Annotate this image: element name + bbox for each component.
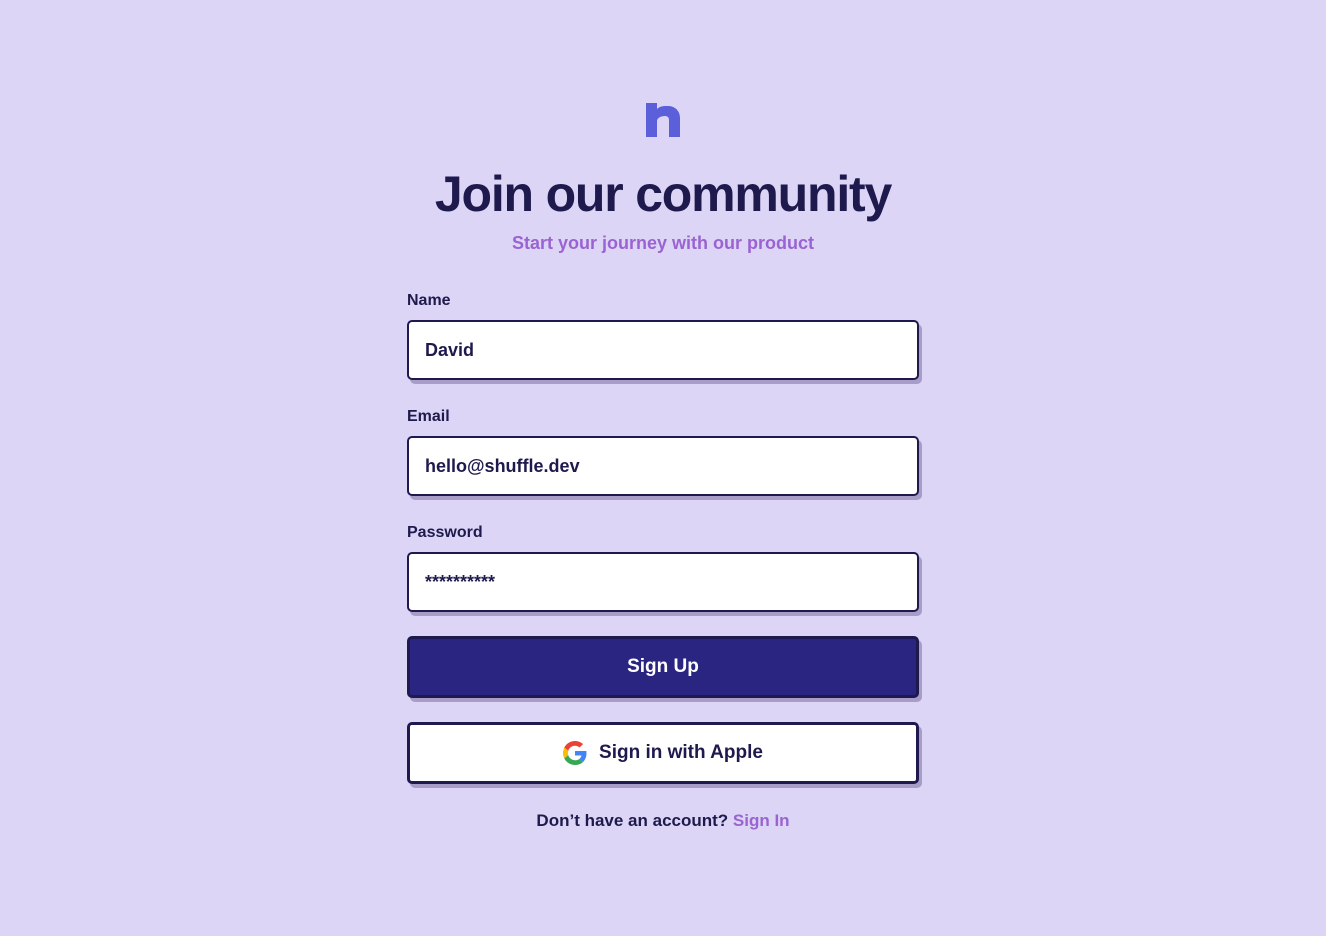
sign-in-with-apple-label: Sign in with Apple	[599, 742, 763, 763]
password-label: Password	[407, 524, 483, 541]
name-label: Name	[407, 292, 451, 309]
password-input[interactable]	[407, 552, 919, 612]
page-title: Join our community	[434, 166, 892, 222]
page-subtitle: Start your journey with our product	[511, 233, 814, 253]
google-icon	[563, 741, 587, 765]
name-input[interactable]	[407, 320, 919, 380]
account-prompt: Don’t have an account? Sign In	[407, 810, 919, 832]
sign-up-button[interactable]: Sign Up	[407, 636, 919, 698]
sign-in-link[interactable]: Sign In	[733, 811, 790, 830]
account-prompt-text: Don’t have an account?	[536, 811, 729, 830]
email-label: Email	[407, 408, 450, 425]
email-input[interactable]	[407, 436, 919, 496]
sign-up-button-label: Sign Up	[627, 656, 699, 677]
sign-in-with-apple-button[interactable]: Sign in with Apple	[407, 722, 919, 784]
n-logo-icon	[646, 103, 680, 137]
